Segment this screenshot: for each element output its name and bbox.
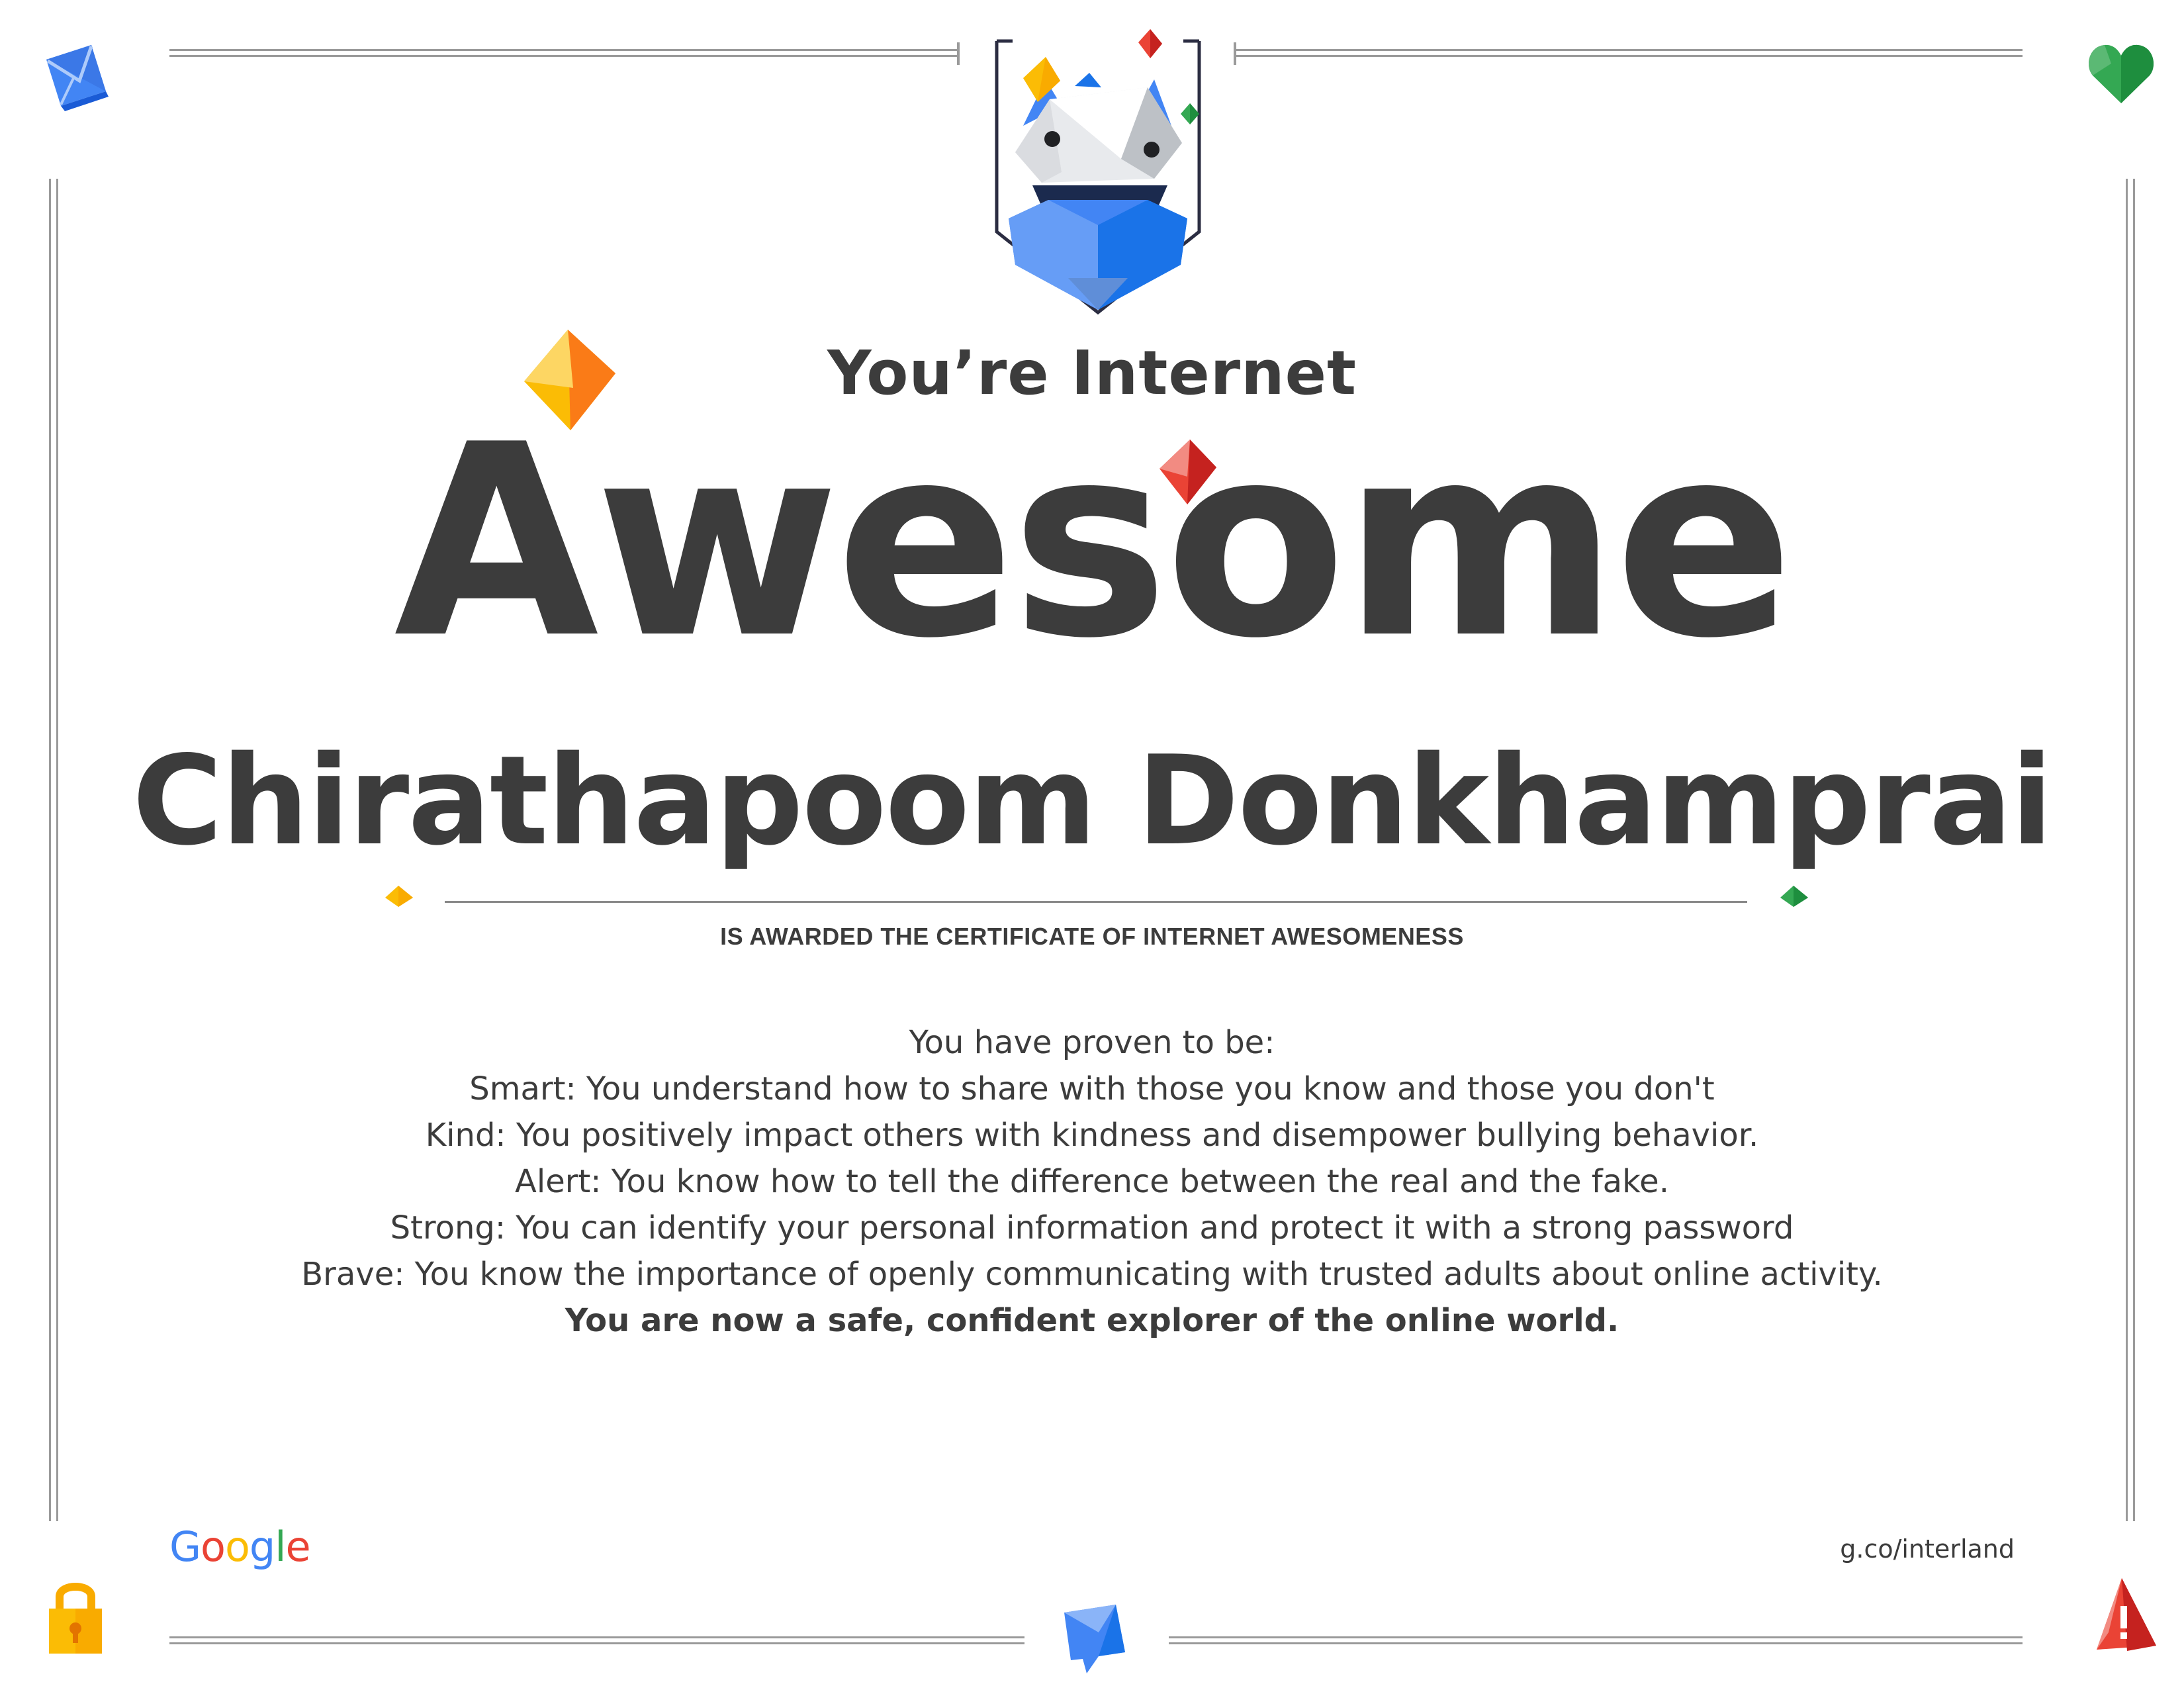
award-statement: IS AWARDED THE CERTIFICATE OF INTERNET A… — [720, 923, 1464, 950]
gem-green-tiny — [1778, 883, 1811, 910]
envelope-icon — [40, 40, 113, 113]
border-bottom-right — [1169, 1636, 2023, 1644]
name-underline — [445, 901, 1747, 903]
gem-yellow-tiny — [383, 883, 416, 910]
padlock-icon — [44, 1575, 107, 1662]
border-top-left — [169, 49, 958, 57]
speech-bubble-icon — [1059, 1599, 1132, 1679]
google-logo-letter: G — [169, 1523, 201, 1571]
trait-alert: Alert: You know how to tell the differen… — [515, 1163, 1669, 1200]
interland-robot-mascot — [989, 26, 1207, 318]
border-top-left-cap — [957, 42, 960, 65]
certificate-headline: Awesome — [394, 389, 1794, 696]
google-logo-letter: e — [285, 1523, 311, 1571]
closing-statement: You are now a safe, confident explorer o… — [565, 1302, 1619, 1339]
google-logo: Google — [169, 1523, 311, 1571]
recipient-name: Chirathapoom Donkhamprai — [132, 729, 2053, 872]
trait-kind: Kind: You positively impact others with … — [425, 1117, 1759, 1154]
certificate-body: You have proven to be: Smart: You unders… — [0, 1019, 2184, 1344]
trait-brave: Brave: You know the importance of openly… — [301, 1256, 1883, 1293]
google-logo-letter: o — [224, 1523, 250, 1571]
trait-smart: Smart: You understand how to share with … — [469, 1070, 1715, 1107]
trait-strong: Strong: You can identify your personal i… — [390, 1209, 1794, 1246]
google-logo-letter: g — [249, 1523, 275, 1571]
border-bottom-left — [169, 1636, 1024, 1644]
google-logo-letter: l — [275, 1523, 286, 1571]
warning-triangle-icon — [2093, 1573, 2159, 1659]
interland-url: g.co/interland — [1840, 1534, 2015, 1564]
heart-icon — [2085, 37, 2158, 110]
border-top-right-cap — [1234, 42, 1236, 65]
border-top-right — [1234, 49, 2023, 57]
intro-text: You have proven to be: — [909, 1024, 1275, 1061]
google-logo-letter: o — [201, 1523, 226, 1571]
